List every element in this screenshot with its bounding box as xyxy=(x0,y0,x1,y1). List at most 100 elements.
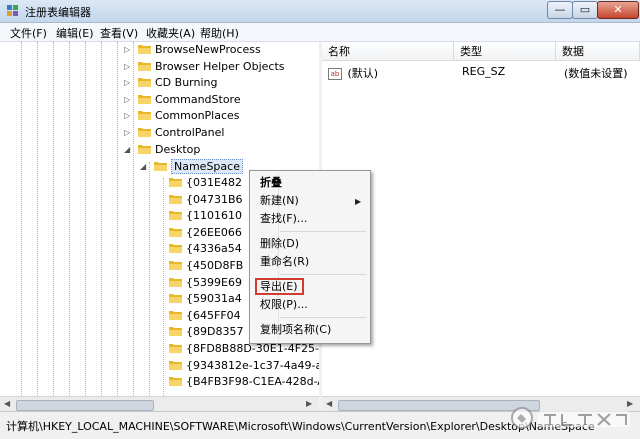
expanded-node-icon[interactable]: ◢ xyxy=(124,145,130,154)
folder-icon xyxy=(169,294,182,304)
window-title: 注册表编辑器 xyxy=(25,6,91,19)
minimize-button[interactable]: — xyxy=(547,1,573,19)
string-value-icon: ab xyxy=(328,68,342,80)
tree-guide-line xyxy=(37,42,38,396)
ctx-delete[interactable]: 删除(D) xyxy=(260,235,299,253)
tree-item-label: {59031a4 xyxy=(186,292,242,306)
value-row[interactable]: ab (默认) xyxy=(328,65,378,81)
tree-item[interactable]: ▷ ControlPanel xyxy=(124,126,224,142)
tree-item[interactable]: {59031a4 xyxy=(169,292,242,308)
tree-item[interactable]: ▷ CommandStore xyxy=(124,92,241,109)
tree-item[interactable]: {645FF04 xyxy=(169,309,241,325)
tree-item-label: NameSpace xyxy=(171,159,243,174)
tree-item-label: {B4FB3F98-C1EA-428d-A xyxy=(186,375,320,389)
tree-item[interactable]: {9343812e-1c37-4a49-a xyxy=(169,359,319,375)
tree-item-label: CommandStore xyxy=(155,92,241,106)
status-path: 计算机\HKEY_LOCAL_MACHINE\SOFTWARE\Microsof… xyxy=(6,420,595,433)
ctx-copy-key-name[interactable]: 复制项名称(C) xyxy=(260,321,331,339)
column-header-name[interactable]: 名称 xyxy=(322,42,454,61)
tree-item[interactable]: {04731B6 xyxy=(169,193,243,209)
tree-item-label: {031E482 xyxy=(186,176,242,189)
context-menu: 折叠 新建(N) ▶ 查找(F)... 删除(D) 重命名(R) 导出(E) 权… xyxy=(249,170,371,344)
collapsed-node-icon[interactable]: ▷ xyxy=(124,62,130,71)
tree-item[interactable]: {B4FB3F98-C1EA-428d-A xyxy=(169,375,320,391)
menu-edit[interactable]: 编辑(E) xyxy=(56,25,94,41)
folder-icon xyxy=(169,178,182,187)
tree-item[interactable]: {031E482 xyxy=(169,176,242,192)
tree-item[interactable]: {5399E69 xyxy=(169,276,242,292)
tree-item[interactable]: {1101610 xyxy=(169,209,242,225)
title-bar: 注册表编辑器 — ▭ ✕ xyxy=(0,0,640,23)
close-button[interactable]: ✕ xyxy=(597,1,639,19)
tree-guide-line xyxy=(133,42,134,396)
value-data: (数值未设置) xyxy=(564,67,628,80)
scroll-left-icon[interactable]: ◀ xyxy=(326,399,332,408)
tree-item-selected[interactable]: ◢ NameSpace xyxy=(140,159,243,176)
folder-icon xyxy=(169,277,182,287)
folder-icon xyxy=(169,227,182,237)
menu-file[interactable]: 文件(F) xyxy=(10,25,47,41)
folder-icon xyxy=(169,310,182,320)
folder-icon xyxy=(169,211,182,221)
folder-icon xyxy=(138,111,151,121)
tree-item[interactable]: {26EE066 xyxy=(169,226,242,242)
tree-item-label: Desktop xyxy=(155,142,201,156)
tree-item-label: {1101610 xyxy=(186,209,242,223)
scroll-right-icon[interactable]: ▶ xyxy=(306,399,312,408)
tree-item-label: {645FF04 xyxy=(186,308,241,322)
tree-item[interactable]: ▷ Browser Helper Objects xyxy=(124,59,285,76)
column-header-data[interactable]: 数据 xyxy=(556,42,640,61)
menu-view[interactable]: 查看(V) xyxy=(100,25,138,41)
export-highlight-box xyxy=(255,278,304,295)
tree-item-label: {89D8357 xyxy=(186,325,244,339)
tree-item-label: {26EE066 xyxy=(186,225,242,239)
tree-guide-line xyxy=(69,42,70,396)
watermark-logo xyxy=(511,407,630,429)
folder-icon xyxy=(169,344,182,353)
tree-guide-line xyxy=(85,42,86,396)
collapsed-node-icon[interactable]: ▷ xyxy=(124,111,130,120)
expanded-node-icon[interactable]: ◢ xyxy=(140,162,146,171)
tree-item[interactable]: ▷ CD Burning xyxy=(124,76,217,92)
ctx-find[interactable]: 查找(F)... xyxy=(260,210,307,228)
folder-icon xyxy=(169,261,182,270)
tree-item-label: {450D8FB xyxy=(186,259,244,272)
tree-horizontal-scrollbar[interactable]: ◀ ▶ xyxy=(0,396,319,412)
ctx-rename[interactable]: 重命名(R) xyxy=(260,253,309,271)
menu-favorites[interactable]: 收藏夹(A) xyxy=(146,25,195,41)
tree-item[interactable]: {450D8FB xyxy=(169,259,243,275)
tree-item[interactable]: ▷ BrowseNewProcess xyxy=(124,43,261,59)
value-type: REG_SZ xyxy=(462,65,506,78)
maximize-button[interactable]: ▭ xyxy=(572,1,598,19)
collapsed-node-icon[interactable]: ▷ xyxy=(124,45,130,54)
ctx-collapse[interactable]: 折叠 xyxy=(260,174,282,192)
folder-icon xyxy=(169,327,182,337)
collapsed-node-icon[interactable]: ▷ xyxy=(124,128,130,137)
tree-guide-line xyxy=(163,178,164,396)
tree-item[interactable]: {8FD8B88D-30E1-4F25-A xyxy=(169,342,319,358)
tree-item[interactable]: ◢ Desktop xyxy=(124,142,201,159)
scroll-left-icon[interactable]: ◀ xyxy=(4,399,10,408)
ctx-new[interactable]: 新建(N) xyxy=(260,192,299,210)
folder-icon xyxy=(169,194,182,204)
registry-app-icon xyxy=(7,5,18,16)
menu-help[interactable]: 帮助(H) xyxy=(200,25,239,41)
tree-item-label: BrowseNewProcess xyxy=(155,43,261,56)
tree-item-label: CommonPlaces xyxy=(155,109,240,123)
column-header-type[interactable]: 类型 xyxy=(454,42,556,61)
tree-guide-line xyxy=(149,162,150,396)
tree-item[interactable]: ▷ CommonPlaces xyxy=(124,109,240,125)
menu-bar: 文件(F) 编辑(E) 查看(V) 收藏夹(A) 帮助(H) xyxy=(0,23,640,42)
folder-icon xyxy=(138,144,151,154)
tree-item[interactable]: {89D8357 xyxy=(169,325,243,341)
collapsed-node-icon[interactable]: ▷ xyxy=(124,78,130,87)
ctx-permissions[interactable]: 权限(P)... xyxy=(260,296,308,314)
collapsed-node-icon[interactable]: ▷ xyxy=(124,95,130,104)
context-menu-separator xyxy=(280,274,366,275)
tree-item-label: Browser Helper Objects xyxy=(155,59,285,73)
context-menu-separator xyxy=(280,317,366,318)
tree-item-label: {4336a54 xyxy=(186,242,242,256)
tree-item[interactable]: {4336a54 xyxy=(169,242,242,258)
tree-scroll-thumb[interactable] xyxy=(16,400,154,411)
folder-icon xyxy=(169,377,182,387)
